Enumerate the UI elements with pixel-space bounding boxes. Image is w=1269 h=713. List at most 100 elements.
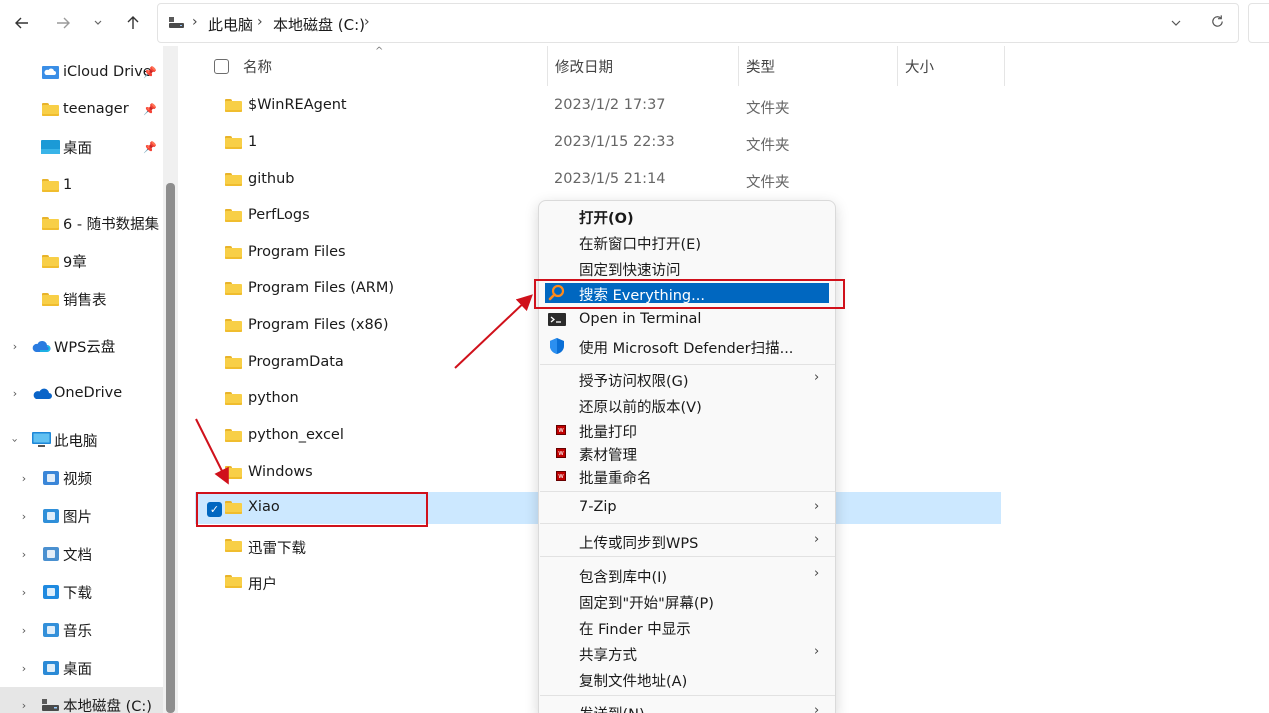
nav-scrollbar-thumb[interactable] [166,183,175,713]
nav-item-label: 下载 [63,585,92,602]
annotation-highlight-box [196,492,428,527]
chevron-right-icon[interactable]: › [18,662,30,675]
pin-icon: 📌 [143,102,157,116]
breadcrumb-separator: › [192,14,198,30]
menu-item-upload-wps[interactable]: 上传或同步到WPS › [539,528,835,554]
nav-item-documents[interactable]: › 文档 [0,536,166,572]
menu-item-7zip[interactable]: 7-Zip › [539,495,835,521]
file-type: 文件夹 [746,101,790,117]
menu-item-open-new-window[interactable]: 在新窗口中打开(E) [539,229,835,255]
file-name: 迅雷下载 [248,541,306,557]
file-type: 文件夹 [746,175,790,191]
nav-item-label: 销售表 [63,292,107,309]
recent-locations-button[interactable] [84,8,112,38]
menu-item-label: 上传或同步到WPS [579,536,699,552]
chevron-right-icon[interactable]: › [18,472,30,485]
file-row[interactable]: 1 2023/1/15 22:33 文件夹 [195,125,1001,161]
menu-item-pin-start[interactable]: 固定到"开始"屏幕(P) [539,588,835,614]
nav-item-label: 此电脑 [54,433,98,450]
terminal-icon [548,311,566,329]
file-row[interactable]: $WinREAgent 2023/1/2 17:37 文件夹 [195,88,1001,124]
folder-icon [42,217,59,230]
nav-item-downloads[interactable]: › 下载 [0,574,166,610]
chevron-right-icon[interactable]: › [18,510,30,523]
address-bar[interactable]: › 此电脑 › 本地磁盘 (C:) › [157,3,1239,43]
menu-item-include-library[interactable]: 包含到库中(I) › [539,562,835,588]
nav-item-dataset[interactable]: 6 - 随书数据集 [0,205,166,241]
column-divider[interactable] [1004,46,1005,86]
menu-item-show-in-finder[interactable]: 在 Finder 中显示 [539,614,835,640]
downloads-icon [43,585,59,599]
menu-item-pin-quick-access[interactable]: 固定到快速访问 [539,255,835,281]
chevron-down-icon[interactable]: › [9,434,22,446]
chevron-right-icon[interactable]: › [18,586,30,599]
onedrive-icon [32,388,52,404]
chevron-right-icon[interactable]: › [18,699,30,712]
chevron-down-icon [94,20,102,25]
submenu-arrow-icon: › [814,532,820,547]
nav-item-wps-cloud[interactable]: › WPS云盘 [0,328,166,364]
menu-item-share-with[interactable]: 共享方式 › [539,640,835,666]
nav-item-icloud-drive[interactable]: iCloud Drive 📌 [0,54,166,90]
breadcrumb-this-pc[interactable]: 此电脑 [208,14,253,35]
nav-item-local-disk-c[interactable]: › 本地磁盘 (C:) [0,687,166,713]
search-box[interactable] [1248,3,1269,43]
nav-item-onedrive[interactable]: › OneDrive [0,375,166,411]
select-all-checkbox[interactable] [214,59,229,74]
menu-item-send-to[interactable]: 发送到(N) › [539,699,835,713]
arrow-right-icon [57,17,70,29]
batch-tool-icon: w [556,448,566,458]
back-button[interactable] [7,8,37,38]
folder-icon [225,246,242,259]
folder-icon [225,575,242,588]
menu-item-restore-versions[interactable]: 还原以前的版本(V) [539,392,835,418]
file-name: python [248,390,299,406]
annotation-highlight-box [534,279,845,309]
chevron-right-icon[interactable]: › [9,340,21,353]
menu-item-defender-scan[interactable]: 使用 Microsoft Defender扫描... [539,333,835,359]
column-divider[interactable] [738,46,739,86]
column-divider[interactable] [547,46,548,86]
nav-item-sales-sheet[interactable]: 销售表 [0,281,166,317]
column-header-type[interactable]: 类型 [746,46,775,86]
address-history-button[interactable] [1170,14,1182,33]
nav-item-desktop[interactable]: › 桌面 [0,650,166,686]
menu-item-label: 还原以前的版本(V) [579,400,702,416]
menu-item-open[interactable]: 打开(O) [539,203,835,229]
forward-button[interactable] [48,8,78,38]
refresh-button[interactable] [1210,14,1225,33]
up-button[interactable] [118,8,148,38]
chevron-right-icon[interactable]: › [18,548,30,561]
pin-icon: 📌 [143,140,157,154]
menu-item-label: 共享方式 [579,648,637,664]
column-divider[interactable] [897,46,898,86]
breadcrumb-local-disk[interactable]: 本地磁盘 (C:) [273,14,365,35]
menu-item-copy-path[interactable]: 复制文件地址(A) [539,666,835,692]
nav-item-videos[interactable]: › 视频 [0,460,166,496]
nav-item-label: OneDrive [54,385,123,401]
nav-item-desktop-pinned[interactable]: 桌面 📌 [0,129,166,165]
music-icon [43,623,59,637]
chevron-right-icon[interactable]: › [18,624,30,637]
nav-item-chapter-9[interactable]: 9章 [0,243,166,279]
nav-item-folder-1[interactable]: 1 [0,167,166,203]
file-name: python_excel [248,427,344,443]
column-header-name[interactable]: 名称 [243,46,272,86]
nav-item-music[interactable]: › 音乐 [0,612,166,648]
menu-item-label: 复制文件地址(A) [579,674,688,690]
file-row[interactable]: github 2023/1/5 21:14 文件夹 [195,162,1001,198]
file-name: Program Files (x86) [248,317,389,333]
chevron-right-icon[interactable]: › [9,387,21,400]
nav-item-teenager[interactable]: teenager 📌 [0,91,166,127]
column-header-size[interactable]: 大小 [905,46,934,86]
file-date: 2023/1/15 22:33 [554,134,675,150]
menu-item-grant-access[interactable]: 授予访问权限(G) › [539,366,835,392]
nav-item-pictures[interactable]: › 图片 [0,498,166,534]
nav-item-this-pc[interactable]: › 此电脑 [0,422,166,458]
menu-item-label: 打开(O) [579,211,634,227]
sort-ascending-icon: ^ [375,46,384,57]
batch-tool-icon: w [556,425,566,435]
menu-item-open-terminal[interactable]: Open in Terminal [539,307,835,333]
column-header-date[interactable]: 修改日期 [555,46,613,86]
menu-item-batch-rename[interactable]: w 批量重命名 [539,463,835,489]
